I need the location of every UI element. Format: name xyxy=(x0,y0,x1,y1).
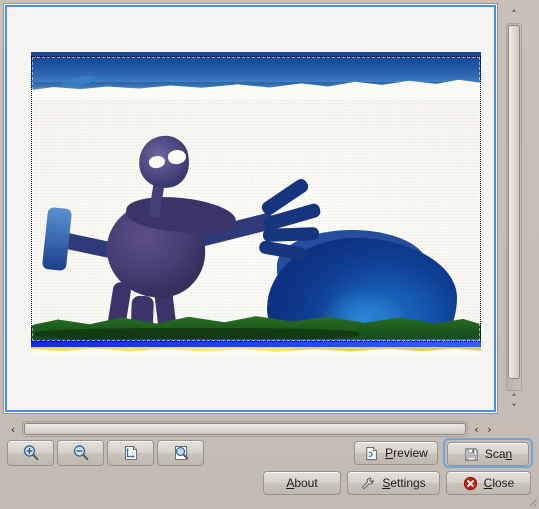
preview-canvas[interactable] xyxy=(11,11,494,410)
close-accel: C xyxy=(483,476,493,490)
preview-button-label: Preview xyxy=(385,446,428,460)
figure-finger-3 xyxy=(262,227,320,242)
chevron-left-icon: ‹ xyxy=(10,422,16,436)
magnifier-minus-icon xyxy=(72,444,90,462)
zoom-out-button[interactable] xyxy=(57,440,104,466)
chevron-left-icon: ‹ xyxy=(474,422,479,436)
scanner-preview-window: ˄ ˄ ˅ ‹ ‹ › Preview Scan About Settings … xyxy=(0,0,539,509)
horizontal-scrollbar[interactable]: ‹ ‹ › xyxy=(5,419,500,439)
settings-button-label: Settings xyxy=(382,476,426,490)
scroll-left-button[interactable]: ‹ xyxy=(6,421,20,437)
page-with-arrows-icon xyxy=(122,444,140,462)
vertical-scrollbar[interactable]: ˄ ˄ ˅ xyxy=(503,5,525,414)
vertical-scroll-trough[interactable] xyxy=(506,23,522,391)
scroll-down-button[interactable]: ˅ xyxy=(506,403,522,414)
preview-page-icon xyxy=(364,446,379,461)
close-button-label: Close xyxy=(483,476,515,490)
red-x-circle-icon xyxy=(463,476,478,491)
chevron-right-icon: › xyxy=(487,422,492,436)
scan-accel: n xyxy=(505,447,513,461)
about-button[interactable]: About xyxy=(263,471,341,495)
about-accel: A xyxy=(286,476,295,490)
scan-preview-area[interactable] xyxy=(3,3,498,414)
preview-accel: P xyxy=(385,446,394,460)
floppy-save-icon xyxy=(464,447,479,462)
magnifier-plus-icon xyxy=(22,444,40,462)
scroll-left-button-secondary[interactable]: ‹ xyxy=(470,421,483,437)
chevron-down-icon: ˅ xyxy=(511,402,517,415)
scanned-image[interactable] xyxy=(31,52,481,356)
scan-button-label: Scan xyxy=(484,447,513,461)
scan-button[interactable]: Scan xyxy=(447,442,529,466)
about-button-label: About xyxy=(286,476,318,490)
zoom-selection-button[interactable] xyxy=(157,440,204,466)
close-button[interactable]: Close xyxy=(446,471,531,495)
scroll-right-button[interactable]: › xyxy=(483,421,496,437)
zoom-to-area-button[interactable] xyxy=(107,440,154,466)
magnifier-over-page-icon xyxy=(172,444,190,462)
zoom-in-button[interactable] xyxy=(7,440,54,466)
window-resize-grip[interactable] xyxy=(525,495,537,507)
preview-focus-ring xyxy=(5,5,496,412)
horizontal-scroll-trough[interactable] xyxy=(22,421,468,437)
scroll-up-button[interactable]: ˄ xyxy=(506,7,522,21)
preview-button[interactable]: Preview xyxy=(354,441,438,465)
wrench-icon xyxy=(361,476,376,491)
chevron-up-icon: ˄ xyxy=(511,7,517,21)
settings-accel: S xyxy=(382,476,391,490)
settings-button[interactable]: Settings xyxy=(347,471,440,495)
vertical-scroll-thumb[interactable] xyxy=(508,25,520,379)
horizontal-scroll-thumb[interactable] xyxy=(24,423,466,435)
